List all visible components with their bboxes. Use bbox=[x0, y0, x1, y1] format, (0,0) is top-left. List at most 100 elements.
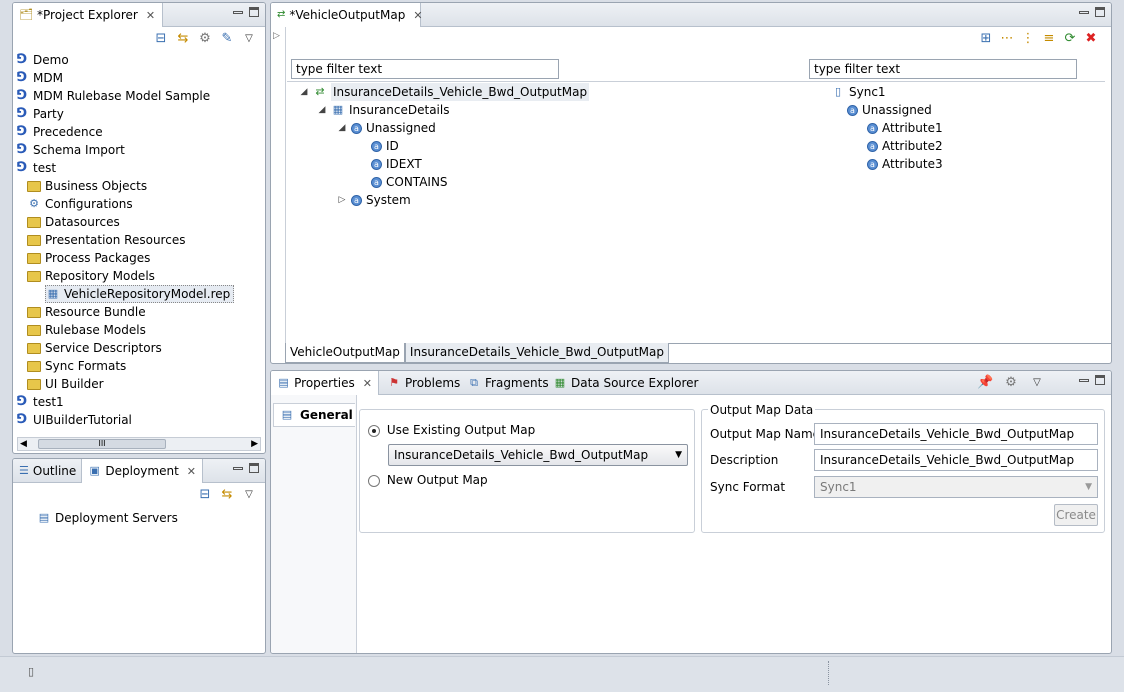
sync-icon[interactable]: ⚙ bbox=[1003, 375, 1019, 391]
target-tree-item[interactable]: ▯ Sync1 bbox=[831, 83, 886, 101]
project-tree-item[interactable]: Process Packages bbox=[27, 249, 150, 267]
minimize-icon[interactable] bbox=[233, 466, 243, 470]
link-editor-icon[interactable]: ⇆ bbox=[175, 31, 191, 47]
tab-project-explorer[interactable]: 🗂 *Project Explorer ✕ bbox=[13, 3, 163, 27]
tab-properties[interactable]: ▤ Properties ✕ bbox=[271, 371, 379, 395]
minimize-icon[interactable] bbox=[1079, 10, 1089, 14]
expand-arrow-icon[interactable]: ◢ bbox=[337, 119, 347, 137]
tab-problems[interactable]: ⚑ Problems bbox=[381, 371, 466, 395]
project-tree-item[interactable]: ⚙ Configurations bbox=[27, 195, 133, 213]
source-tree-item[interactable]: a IDEXT bbox=[357, 155, 422, 173]
view-menu-icon[interactable]: ▽ bbox=[241, 487, 257, 503]
project-tree-item[interactable]: ⅁ Precedence bbox=[15, 123, 103, 141]
tab-outline[interactable]: ☰ Outline bbox=[13, 459, 81, 483]
target-tree-item[interactable]: a Attribute2 bbox=[867, 137, 943, 155]
close-icon[interactable]: ✕ bbox=[363, 377, 372, 390]
add-mapping-icon[interactable]: ⊞ bbox=[978, 31, 994, 47]
project-tree-item[interactable]: Sync Formats bbox=[27, 357, 126, 375]
project-tree-item[interactable]: ⅁ test1 bbox=[15, 393, 64, 411]
project-tree-item-label: VehicleRepositoryModel.rep bbox=[64, 287, 231, 301]
pin-icon[interactable]: ✎ bbox=[219, 31, 235, 47]
collapse-all-icon[interactable]: ⊟ bbox=[197, 487, 213, 503]
refresh-mapping-icon[interactable]: ⟳ bbox=[1062, 31, 1078, 47]
scroll-right-arrow[interactable]: ▶ bbox=[251, 438, 258, 450]
editor-page-tab[interactable]: VehicleOutputMap bbox=[285, 343, 405, 363]
close-icon[interactable]: ✕ bbox=[146, 9, 155, 22]
pin-view-icon[interactable]: 📌 bbox=[977, 375, 993, 391]
close-icon[interactable]: ✕ bbox=[187, 465, 196, 478]
editor-page-tab[interactable]: InsuranceDetails_Vehicle_Bwd_OutputMap bbox=[404, 343, 669, 363]
scroll-thumb[interactable]: III bbox=[38, 439, 166, 449]
project-tree-item[interactable]: ⅁ Party bbox=[15, 105, 64, 123]
project-tree-item[interactable]: ⅁ test bbox=[15, 159, 56, 177]
project-tree-item[interactable]: ▦ VehicleRepositoryModel.rep bbox=[45, 285, 235, 303]
maximize-icon[interactable] bbox=[249, 463, 259, 473]
project-tree-item[interactable]: UI Builder bbox=[27, 375, 104, 393]
use-existing-radio-row[interactable]: Use Existing Output Map bbox=[368, 422, 535, 438]
use-existing-radio[interactable] bbox=[368, 424, 380, 437]
minimize-icon[interactable] bbox=[233, 10, 243, 14]
source-tree-item[interactable]: ▷ a System bbox=[337, 191, 411, 209]
source-tree-item[interactable]: ◢ ▦ InsuranceDetails bbox=[317, 101, 450, 119]
deployment-servers-item[interactable]: ▤ Deployment Servers bbox=[37, 509, 178, 527]
horizontal-scrollbar[interactable]: ◀ III ▶ bbox=[17, 437, 261, 451]
project-tree-item[interactable]: Business Objects bbox=[27, 177, 147, 195]
map-attributes-icon[interactable]: ⋯ bbox=[999, 31, 1015, 47]
project-tree-item[interactable]: Repository Models bbox=[27, 267, 155, 285]
scroll-left-arrow[interactable]: ◀ bbox=[20, 438, 27, 450]
maximize-icon[interactable] bbox=[1095, 375, 1105, 385]
expand-arrow-icon[interactable]: ◢ bbox=[299, 83, 309, 101]
output-map-icon: ⇄ bbox=[315, 85, 325, 98]
target-tree-item[interactable]: a Attribute3 bbox=[867, 155, 943, 173]
target-tree-item[interactable]: a Unassigned bbox=[847, 101, 932, 119]
project-tree-item[interactable]: Rulebase Models bbox=[27, 321, 146, 339]
description-field[interactable]: InsuranceDetails_Vehicle_Bwd_OutputMap bbox=[814, 449, 1098, 471]
expand-arrow-icon[interactable]: ▷ bbox=[337, 191, 347, 209]
tab-deployment[interactable]: ▣ Deployment ✕ bbox=[81, 459, 203, 483]
new-output-map-radio[interactable] bbox=[368, 474, 380, 487]
link-editor-icon[interactable]: ⇆ bbox=[219, 487, 235, 503]
editor-side-handle[interactable]: ▷ bbox=[273, 31, 280, 41]
maximize-icon[interactable] bbox=[1095, 7, 1105, 17]
tab-vehicle-output-map[interactable]: ⇄ *VehicleOutputMap ✕ bbox=[271, 3, 423, 27]
project-tree-item[interactable]: Presentation Resources bbox=[27, 231, 185, 249]
project-tree-item[interactable]: ⅁ UIBuilderTutorial bbox=[15, 411, 132, 429]
sync-format-select[interactable]: Sync1 ▼ bbox=[814, 476, 1098, 498]
maximize-icon[interactable] bbox=[249, 7, 259, 17]
source-tree-item[interactable]: ◢ a Unassigned bbox=[337, 119, 436, 137]
left-filter-input[interactable] bbox=[291, 59, 559, 79]
new-output-map-radio-row[interactable]: New Output Map bbox=[368, 472, 488, 488]
tab-fragments[interactable]: ⧉ Fragments bbox=[461, 371, 555, 395]
new-fast-view-icon[interactable]: ▯ bbox=[24, 665, 38, 679]
existing-map-select[interactable]: InsuranceDetails_Vehicle_Bwd_OutputMap ▼ bbox=[388, 444, 688, 466]
project-tree-item[interactable]: Resource Bundle bbox=[27, 303, 146, 321]
output-map-name-field[interactable]: InsuranceDetails_Vehicle_Bwd_OutputMap bbox=[814, 423, 1098, 445]
delete-icon[interactable]: ✖ bbox=[1083, 31, 1099, 47]
target-tree-item[interactable]: a Attribute1 bbox=[867, 119, 943, 137]
project-tree-item[interactable]: ⅁ Demo bbox=[15, 51, 69, 69]
project-tree-item[interactable]: ⅁ MDM Rulebase Model Sample bbox=[15, 87, 210, 105]
project-tree-item[interactable]: Service Descriptors bbox=[27, 339, 162, 357]
close-icon[interactable]: ✕ bbox=[413, 9, 422, 22]
map-children-icon[interactable]: ⋮ bbox=[1020, 31, 1036, 47]
view-menu-icon[interactable]: ▽ bbox=[1029, 375, 1045, 391]
project-tree-item-label: Business Objects bbox=[45, 179, 148, 193]
tab-data-source-explorer[interactable]: ▦ Data Source Explorer bbox=[547, 371, 704, 395]
minimize-icon[interactable] bbox=[1079, 378, 1089, 382]
sync-icon[interactable]: ⚙ bbox=[197, 31, 213, 47]
section-general[interactable]: ▤ General bbox=[273, 403, 355, 427]
collapse-all-icon[interactable]: ⊟ bbox=[153, 31, 169, 47]
source-tree-item[interactable]: a CONTAINS bbox=[357, 173, 448, 191]
view-menu-icon[interactable]: ▽ bbox=[241, 31, 257, 47]
source-tree-item[interactable]: a ID bbox=[357, 137, 399, 155]
output-map-data-group: Output Map Data Output Map Name Insuranc… bbox=[701, 402, 1105, 533]
create-button[interactable]: Create bbox=[1054, 504, 1098, 526]
expand-arrow-icon[interactable]: ◢ bbox=[317, 101, 327, 119]
map-all-icon[interactable]: ≡ bbox=[1041, 31, 1057, 47]
source-tree-item-label: ID bbox=[386, 139, 399, 153]
right-filter-input[interactable] bbox=[809, 59, 1077, 79]
source-tree-item[interactable]: ◢ ⇄ InsuranceDetails_Vehicle_Bwd_OutputMap bbox=[299, 83, 590, 101]
project-tree-item[interactable]: ⅁ Schema Import bbox=[15, 141, 125, 159]
project-tree-item[interactable]: ⅁ MDM bbox=[15, 69, 63, 87]
project-tree-item[interactable]: Datasources bbox=[27, 213, 120, 231]
